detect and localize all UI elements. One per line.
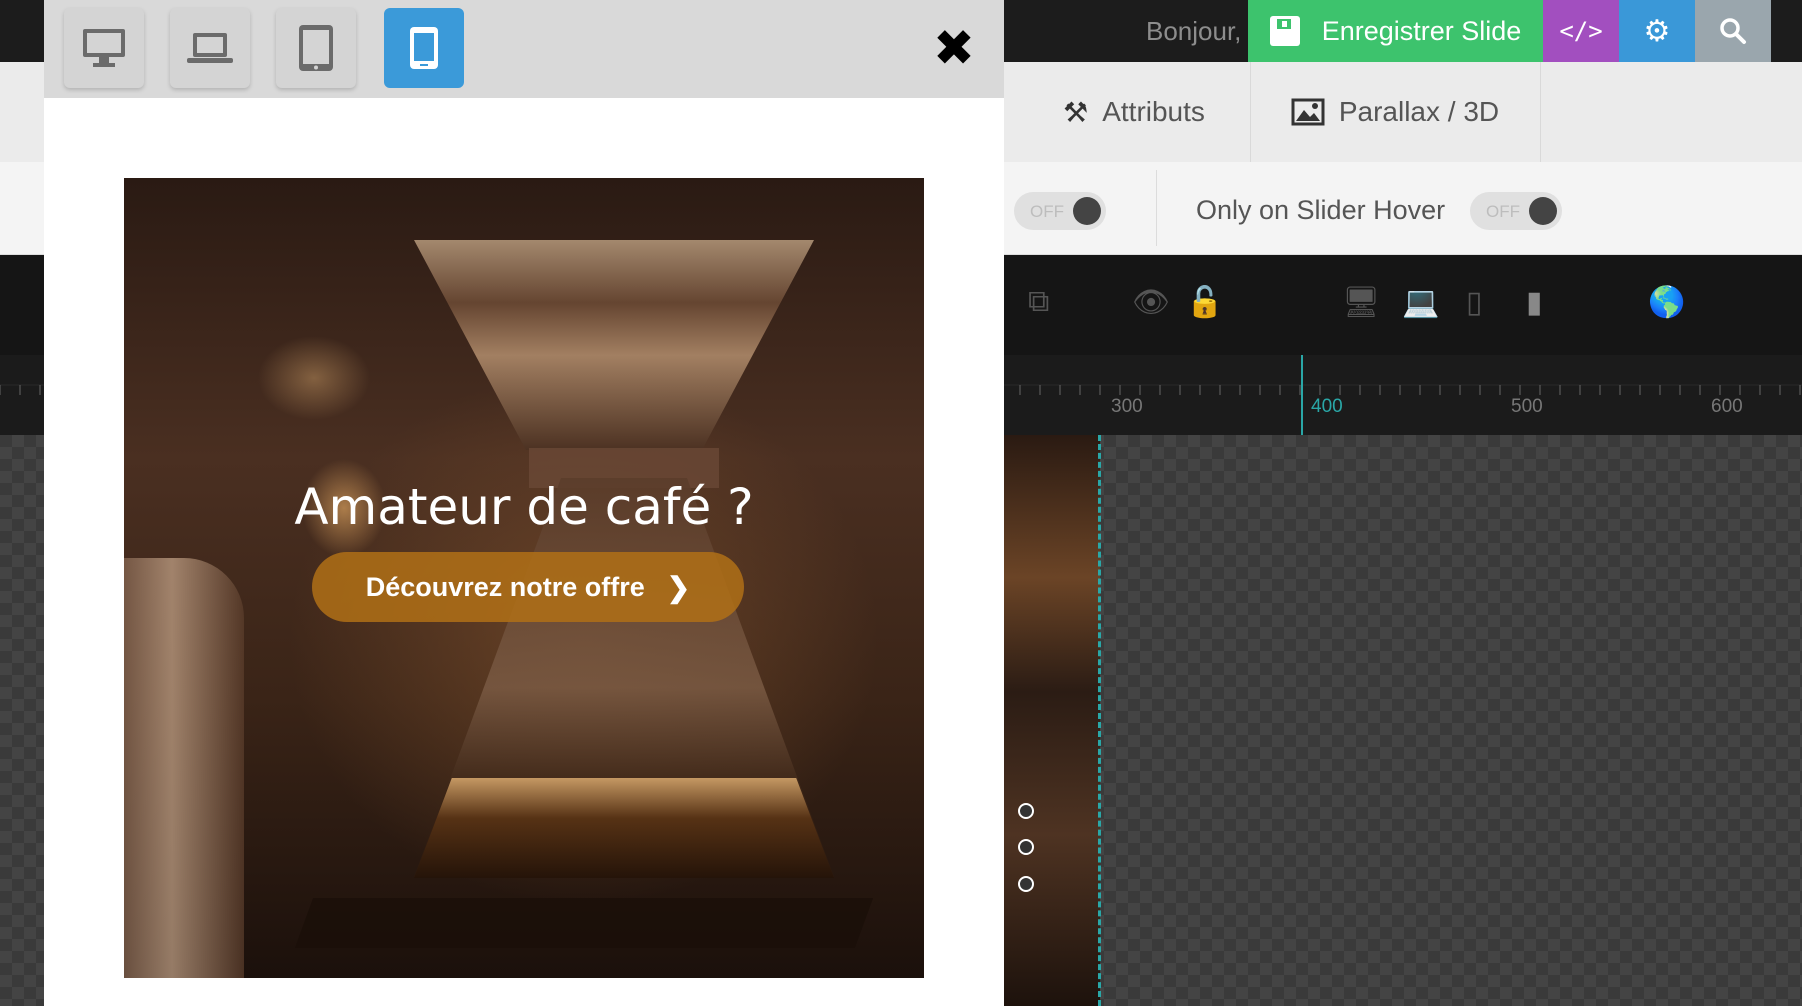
gear-icon: ⚙ bbox=[1643, 14, 1671, 48]
desktop-icon bbox=[83, 29, 125, 67]
tab-attributs[interactable]: ⚒ Attributs bbox=[1018, 62, 1251, 162]
divider bbox=[1156, 170, 1157, 246]
unlock-icon[interactable]: 🔓 bbox=[1186, 285, 1223, 320]
toggle-knob bbox=[1073, 197, 1101, 225]
coffee-shape bbox=[414, 778, 834, 878]
desktop-icon[interactable]: 🖥 bbox=[1342, 285, 1380, 320]
slide-preview: Amateur de café ? Découvrez notre offre … bbox=[124, 178, 924, 978]
tools-icon: ⚒ bbox=[1063, 96, 1089, 128]
device-preview-modal: ✖ Amateur de café ? Découvrez notre offr… bbox=[44, 0, 1004, 1006]
ruler-tick-label: 500 bbox=[1511, 396, 1543, 417]
image-icon bbox=[1291, 98, 1325, 126]
resize-handle[interactable] bbox=[1018, 876, 1034, 892]
code-label: </> bbox=[1559, 17, 1603, 45]
greeting-text: Bonjour, bbox=[1146, 16, 1242, 46]
toggle-knob bbox=[1529, 197, 1557, 225]
toggle-state-label: OFF bbox=[1486, 202, 1520, 221]
tablet-icon[interactable]: ▯ bbox=[1466, 285, 1483, 320]
toggle-state-label: OFF bbox=[1030, 202, 1064, 221]
toggle-switch[interactable]: OFF bbox=[1014, 192, 1106, 230]
canvas-slide-background bbox=[1004, 435, 1100, 1006]
resize-handle[interactable] bbox=[1018, 803, 1034, 819]
device-tablet-button[interactable] bbox=[276, 8, 356, 88]
globe-edit-icon[interactable]: 🌎 bbox=[1648, 285, 1685, 320]
laptop-icon bbox=[187, 33, 233, 63]
save-slide-button[interactable]: Enregistrer Slide bbox=[1248, 0, 1543, 62]
save-icon bbox=[1269, 16, 1300, 46]
laptop-icon[interactable]: 💻 bbox=[1402, 285, 1439, 320]
device-mobile-button[interactable] bbox=[384, 8, 464, 88]
kettle-shape bbox=[124, 558, 244, 978]
cta-label: Découvrez notre offre bbox=[365, 571, 645, 602]
slider-hover-toggle[interactable]: OFF bbox=[1470, 192, 1562, 230]
eye-icon[interactable]: 👁 bbox=[1132, 285, 1170, 320]
search-button[interactable] bbox=[1695, 0, 1771, 62]
slide-title: Amateur de café ? bbox=[294, 478, 754, 536]
tab-parallax-label: Parallax / 3D bbox=[1338, 96, 1500, 127]
scale-shape bbox=[294, 898, 874, 948]
ruler-tick-label: 300 bbox=[1111, 396, 1143, 417]
ruler-tick-label: 400 bbox=[1311, 396, 1343, 417]
tab-attributs-label: Attributs bbox=[1102, 96, 1205, 127]
only-on-slider-hover-label: Only on Slider Hover bbox=[1196, 195, 1446, 225]
tablet-icon bbox=[299, 25, 333, 71]
search-icon bbox=[1720, 18, 1746, 44]
chevron-right-icon: ❯ bbox=[666, 571, 691, 603]
mobile-icon bbox=[410, 27, 438, 69]
duplicate-icon[interactable]: ⧉ bbox=[1028, 285, 1049, 319]
ruler-tick-label: 600 bbox=[1711, 396, 1743, 417]
grid-boundary-line bbox=[1098, 435, 1101, 1006]
dripper-shape bbox=[414, 240, 814, 450]
mobile-icon[interactable]: ▮ bbox=[1526, 285, 1543, 320]
tab-parallax-3d[interactable]: Parallax / 3D bbox=[1250, 62, 1541, 162]
device-toolbar: ✖ bbox=[44, 0, 1004, 98]
timeline-position-marker[interactable] bbox=[1301, 355, 1303, 435]
save-slide-label: Enregistrer Slide bbox=[1321, 15, 1522, 46]
cta-button[interactable]: Découvrez notre offre ❯ bbox=[312, 552, 744, 622]
code-button[interactable]: </> bbox=[1543, 0, 1619, 62]
device-laptop-button[interactable] bbox=[170, 8, 250, 88]
close-icon[interactable]: ✖ bbox=[924, 18, 984, 78]
resize-handle[interactable] bbox=[1018, 839, 1034, 855]
device-desktop-button[interactable] bbox=[64, 8, 144, 88]
settings-button[interactable]: ⚙ bbox=[1619, 0, 1695, 62]
